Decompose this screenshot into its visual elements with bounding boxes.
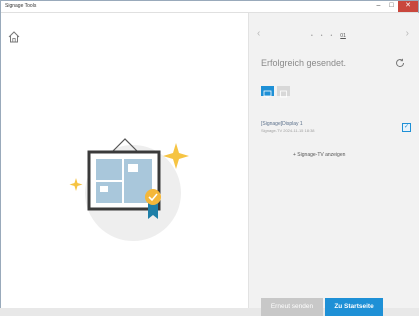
other-filter-tab[interactable] <box>277 86 290 98</box>
page-indicator: • • • 01 <box>311 33 346 39</box>
minimize-button[interactable]: – <box>372 1 385 12</box>
right-panel: ‹ • • • 01 › Erfolgreich gesendet. [Sign… <box>248 13 419 316</box>
tv-filter-tab[interactable] <box>261 86 274 98</box>
page-dot-current[interactable]: 01 <box>340 33 346 39</box>
close-button[interactable]: ✕ <box>398 1 418 12</box>
title-bar: Signage Tools – □ ✕ <box>1 1 418 13</box>
show-signage-tv-link[interactable]: + Signage-TV anzeigen <box>293 152 345 158</box>
left-pane <box>1 13 248 308</box>
device-checkbox[interactable]: ✓ <box>402 123 411 132</box>
window-controls: – □ ✕ <box>372 1 418 12</box>
app-window: Signage Tools – □ ✕ ‹ • • • 01 › Erfolgr… <box>0 0 419 316</box>
page-dot[interactable]: • <box>331 33 333 39</box>
badge-icon <box>145 189 161 205</box>
device-name: [Signage]Display 1 <box>261 121 303 127</box>
device-list-item[interactable]: [Signage]Display 1 Signage-TV 2024-11-15… <box>261 121 411 139</box>
success-illustration <box>69 138 189 241</box>
page-dot[interactable]: • <box>311 33 313 39</box>
sparkle-icon-small <box>69 178 83 191</box>
previous-page-button[interactable]: ‹ <box>257 28 260 39</box>
status-title: Erfolgreich gesendet. <box>261 58 347 68</box>
maximize-button[interactable]: □ <box>385 1 398 12</box>
page-dot[interactable]: • <box>321 33 323 39</box>
display-icon <box>280 90 287 98</box>
home-icon[interactable] <box>7 30 21 44</box>
resend-button[interactable]: Erneut senden <box>261 298 323 316</box>
go-home-button[interactable]: Zu Startseite <box>325 298 383 316</box>
next-page-button[interactable]: › <box>406 28 409 39</box>
window-title: Signage Tools <box>5 3 37 9</box>
device-meta: Signage-TV 2024-11-15 18:38 <box>261 128 315 133</box>
refresh-icon[interactable] <box>395 58 405 68</box>
monitor-icon <box>263 90 272 98</box>
